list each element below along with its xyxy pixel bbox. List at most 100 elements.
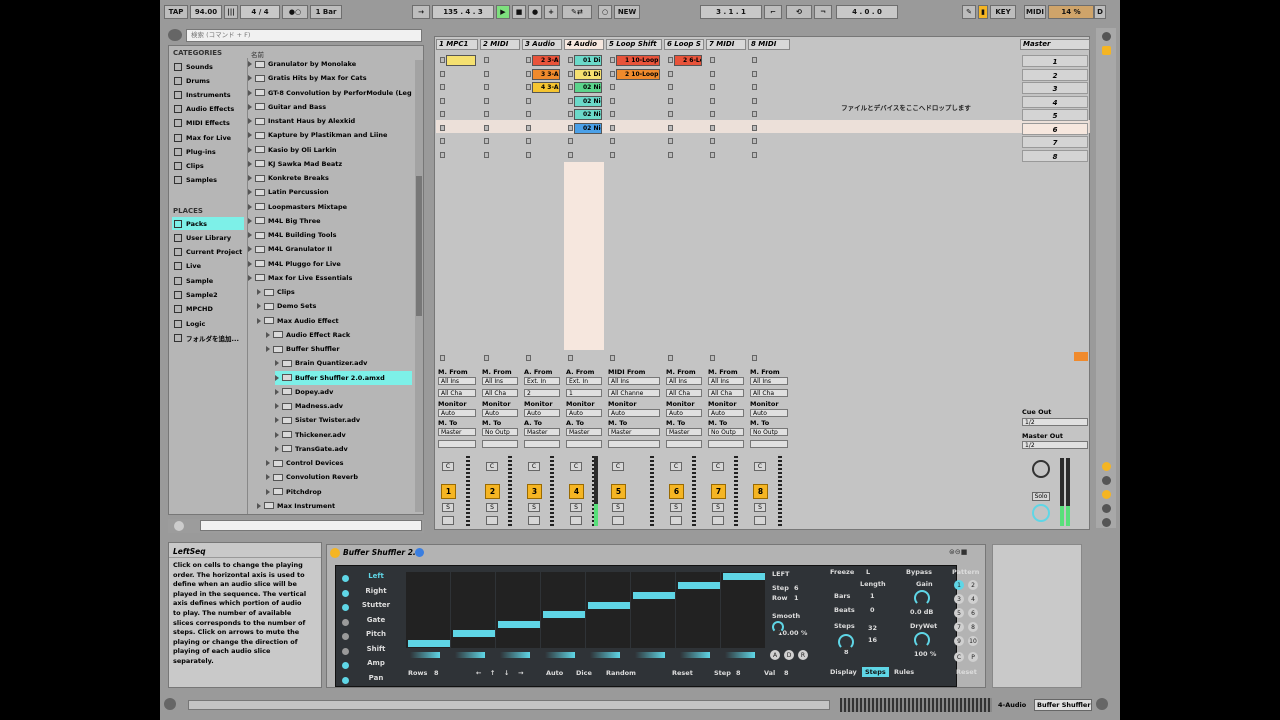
clip-stop-button[interactable]	[440, 84, 445, 90]
track-header[interactable]: 8 MIDI	[748, 39, 790, 50]
expand-arrow-icon[interactable]	[266, 331, 270, 338]
track-stop-all[interactable]	[440, 355, 445, 361]
direction-arrow-icon[interactable]	[680, 652, 710, 658]
direction-arrow-icon[interactable]	[410, 652, 440, 658]
output-type-select[interactable]: No Outp	[708, 428, 744, 436]
step-cell[interactable]	[588, 601, 630, 609]
expand-arrow-icon[interactable]	[257, 502, 261, 509]
input-type-select[interactable]: All Ins	[482, 377, 518, 385]
sends-toggle-icon[interactable]	[1102, 476, 1111, 485]
steps-tab[interactable]: Steps	[862, 667, 889, 677]
clip-stop-button[interactable]	[668, 70, 673, 77]
drop-zone[interactable]: ファイルとデバイスをここへドロップします	[794, 52, 1018, 162]
time-signature-field[interactable]: 4 / 4	[240, 5, 280, 19]
solo-button[interactable]: S	[486, 503, 498, 512]
scene-launch[interactable]: 2	[1022, 68, 1088, 81]
clip-stop-button[interactable]	[484, 111, 489, 117]
monitor-select[interactable]: Auto	[566, 409, 602, 417]
browser-item[interactable]: Madness.adv	[275, 399, 412, 413]
master-track-header[interactable]: Master	[1020, 39, 1090, 50]
expand-arrow-icon[interactable]	[248, 160, 252, 167]
place-item[interactable]: User Library	[172, 231, 244, 244]
input-type-select[interactable]: All Ins	[438, 377, 476, 385]
expand-arrow-icon[interactable]	[248, 217, 252, 224]
position-field[interactable]: 135 . 4 . 3	[432, 5, 494, 19]
pattern-button[interactable]: 6	[968, 608, 978, 618]
category-instruments[interactable]: Instruments	[172, 88, 244, 101]
category-sounds[interactable]: Sounds	[172, 60, 244, 73]
expand-arrow-icon[interactable]	[248, 75, 252, 82]
step-cell[interactable]	[723, 572, 765, 580]
device-bars-value[interactable]: 1	[870, 592, 875, 600]
step-cell[interactable]	[678, 582, 720, 590]
browser-item[interactable]: KJ Sawka Mad Beatz	[248, 157, 412, 171]
stop-all-clips-icon[interactable]	[1074, 352, 1088, 361]
output-channel-select[interactable]	[524, 440, 560, 448]
browser-item[interactable]: Brain Quantizer.adv	[275, 356, 412, 370]
browser-item[interactable]: M4L Pluggo for Live	[248, 257, 412, 271]
input-type-select[interactable]: Ext. In	[524, 377, 560, 385]
output-type-select[interactable]: Master	[566, 428, 602, 436]
clip-stop-button[interactable]	[668, 97, 673, 104]
monitor-select[interactable]: Auto	[482, 409, 518, 417]
input-channel-select[interactable]: All Cha	[750, 389, 788, 397]
expand-arrow-icon[interactable]	[266, 474, 270, 481]
browser-item[interactable]: Convolution Reverb	[266, 470, 412, 484]
master-out-select[interactable]: 1/2	[1022, 441, 1088, 449]
arm-button[interactable]	[670, 516, 682, 525]
track-header[interactable]: 5 Loop Shift	[606, 39, 662, 50]
pattern-button[interactable]: 5	[954, 608, 964, 618]
volume-fader[interactable]	[650, 456, 654, 526]
clip[interactable]: 3 3-Aud	[532, 68, 560, 80]
category-plug-ins[interactable]: Plug-ins	[172, 145, 244, 158]
row-toggle-dot[interactable]	[342, 604, 349, 611]
expand-arrow-icon[interactable]	[275, 445, 279, 452]
clip[interactable]: 4 3-Aud	[532, 82, 560, 93]
device-l-button[interactable]: L	[866, 568, 870, 576]
track-header[interactable]: 6 Loop S	[664, 39, 704, 50]
expand-arrow-icon[interactable]	[248, 61, 252, 67]
clip-stop-button[interactable]	[526, 111, 531, 117]
track-activator-button[interactable]: 5	[611, 484, 626, 499]
device-edit-icon[interactable]	[415, 548, 424, 557]
bottom-random-select[interactable]: Random	[606, 669, 636, 677]
clip-stop-button[interactable]	[610, 70, 615, 77]
draw-mode-icon[interactable]: ✎	[962, 5, 976, 19]
clip-stop-button[interactable]	[568, 111, 573, 117]
device-drop-area[interactable]	[992, 544, 1082, 688]
io-toggle-icon[interactable]	[1102, 462, 1111, 471]
input-type-select[interactable]: All Ins	[750, 377, 788, 385]
pattern-c-button[interactable]: C	[954, 652, 964, 662]
pattern-button[interactable]: 2	[968, 580, 978, 590]
browser-item[interactable]: Max Audio Effect	[257, 314, 412, 328]
arm-button[interactable]	[486, 516, 498, 525]
volume-fader[interactable]	[734, 456, 738, 526]
place-item[interactable]: Sample2	[172, 289, 244, 302]
scene-launch[interactable]: 8	[1022, 149, 1088, 162]
tap-button[interactable]: TAP	[164, 5, 188, 19]
step-cell[interactable]	[453, 630, 495, 638]
browser-item[interactable]: Dopey.adv	[275, 385, 412, 399]
clip-stop-button[interactable]	[440, 111, 445, 117]
category-samples[interactable]: Samples	[172, 174, 244, 187]
place-item[interactable]: フォルダを追加...	[172, 331, 244, 344]
clip-stop-button[interactable]	[668, 151, 673, 158]
solo-button[interactable]: S	[612, 503, 624, 512]
arm-button[interactable]	[442, 516, 454, 525]
smooth-knob[interactable]	[772, 621, 784, 633]
browser-item[interactable]: Max for Live Essentials	[248, 271, 412, 285]
clip-stop-button[interactable]	[668, 57, 673, 63]
clip-stop-button[interactable]	[752, 70, 757, 77]
output-channel-select[interactable]	[750, 440, 788, 448]
category-midi-effects[interactable]: MIDI Effects	[172, 117, 244, 130]
clip[interactable]: 02 Nigh	[574, 82, 602, 93]
row-tab[interactable]: Pan	[352, 674, 400, 682]
input-channel-select[interactable]: All Channe	[608, 389, 660, 397]
browser-item[interactable]: Buffer Shuffler	[266, 342, 412, 356]
output-channel-select[interactable]	[482, 440, 518, 448]
place-item[interactable]: MPCHD	[172, 303, 244, 316]
solo-button[interactable]: S	[570, 503, 582, 512]
track-header[interactable]: 3 Audio	[522, 39, 562, 50]
tempo-field[interactable]: 94.00	[190, 5, 222, 19]
track-activator-button[interactable]: 7	[711, 484, 726, 499]
